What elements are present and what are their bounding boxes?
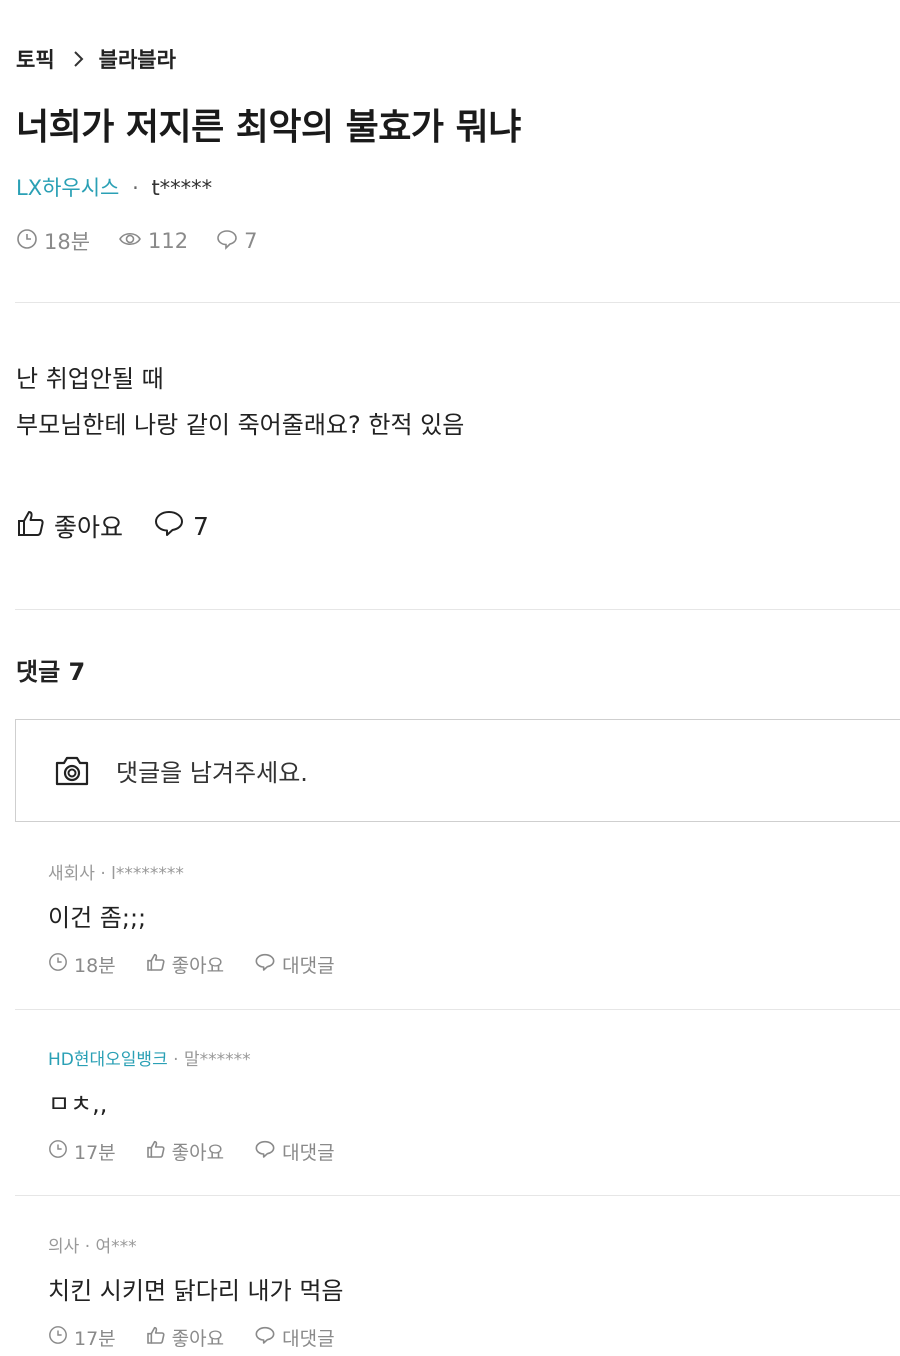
comment-like-label: 좋아요 <box>171 1328 225 1350</box>
comment-time-value: 17분 <box>74 1142 116 1164</box>
like-button[interactable]: 좋아요 <box>16 508 123 544</box>
comment-meta: 17분 좋아요 대댓글 <box>48 1138 365 1165</box>
comment-author: 새회사 · l******** <box>48 859 184 884</box>
post-body: 난 취업안될 때 부모님한테 나랑 같이 죽어줄래요? 한적 있음 <box>16 356 464 448</box>
comment-username: l******** <box>111 864 184 884</box>
post-views: 112 <box>118 228 188 255</box>
author-company[interactable]: LX하우시스 <box>16 176 119 200</box>
comment-time: 18분 <box>48 951 116 978</box>
comment-reply-label: 대댓글 <box>282 1328 335 1350</box>
comment-text: ㅁㅊ,, <box>48 1090 108 1118</box>
comment-text: 치킨 시키면 닭다리 내가 먹음 <box>48 1277 344 1305</box>
divider <box>15 609 900 610</box>
comment-input[interactable]: 댓글을 남겨주세요. <box>15 719 900 822</box>
eye-icon <box>118 228 148 255</box>
breadcrumb-topic-link[interactable]: 토픽 <box>16 44 55 74</box>
comment-button[interactable]: 7 <box>153 508 209 544</box>
comment-like-button[interactable]: 좋아요 <box>146 951 224 978</box>
comment-separator: · <box>173 1050 179 1070</box>
comment-text: 이건 좀;;; <box>48 904 147 932</box>
chevron-right-icon <box>73 50 85 68</box>
post-views-value: 112 <box>148 229 189 253</box>
post-meta: 18분 112 7 <box>16 226 286 256</box>
clock-icon <box>48 1325 74 1350</box>
comment-item: 의사 · 여*** 치킨 시키면 닭다리 내가 먹음 <box>48 1232 343 1306</box>
comment-action-count: 7 <box>193 511 209 541</box>
comment-company[interactable]: 의사 <box>48 1237 79 1257</box>
comment-separator: · <box>84 1237 91 1257</box>
speech-bubble-icon <box>153 508 193 544</box>
comment-author: HD현대오일뱅크 · 말****** <box>48 1045 251 1070</box>
author-username: t***** <box>151 176 213 200</box>
clock-icon <box>16 228 44 255</box>
comment-company[interactable]: 새회사 <box>48 864 95 884</box>
comment-reply-button[interactable]: 대댓글 <box>254 1324 335 1351</box>
comment-item: HD현대오일뱅크 · 말****** ㅁㅊ,, <box>48 1045 251 1119</box>
comment-meta: 17분 좋아요 대댓글 <box>48 1324 365 1351</box>
comment-time-value: 18분 <box>74 955 116 977</box>
comment-meta: 18분 좋아요 대댓글 <box>48 951 365 978</box>
comment-reply-label: 대댓글 <box>282 1142 335 1164</box>
comment-username: 여*** <box>95 1237 137 1257</box>
camera-icon[interactable] <box>54 755 90 787</box>
comment-placeholder: 댓글을 남겨주세요. <box>116 759 308 787</box>
thumbs-up-icon <box>146 1139 172 1164</box>
comment-like-label: 좋아요 <box>171 955 225 977</box>
divider <box>15 1009 900 1010</box>
post-comments-value: 7 <box>244 229 258 253</box>
post-actions: 좋아요 7 <box>16 508 239 544</box>
breadcrumb: 토픽 블라블라 <box>16 44 176 74</box>
comment-like-button[interactable]: 좋아요 <box>146 1324 224 1351</box>
speech-bubble-icon <box>254 1139 282 1164</box>
divider <box>15 1195 900 1196</box>
comment-item: 새회사 · l******** 이건 좀;;; <box>48 859 184 933</box>
thumbs-up-icon <box>16 508 54 544</box>
post-time: 18분 <box>16 226 90 256</box>
post-time-value: 18분 <box>44 230 91 254</box>
comment-time-value: 17분 <box>74 1328 116 1350</box>
divider <box>15 302 900 303</box>
breadcrumb-board-link[interactable]: 블라블라 <box>99 44 176 74</box>
comment-time: 17분 <box>48 1324 116 1351</box>
clock-icon <box>48 1139 74 1164</box>
post-title: 너희가 저지른 최악의 불효가 뭐냐 <box>16 107 521 148</box>
comment-time: 17분 <box>48 1138 116 1165</box>
author-separator: · <box>132 176 139 200</box>
comment-like-label: 좋아요 <box>171 1142 225 1164</box>
speech-bubble-icon <box>254 1325 282 1350</box>
speech-bubble-icon <box>216 228 244 255</box>
comment-company[interactable]: HD현대오일뱅크 <box>48 1050 168 1070</box>
post-body-line: 부모님한테 나랑 같이 죽어줄래요? 한적 있음 <box>16 411 465 439</box>
comment-username: 말****** <box>183 1050 251 1070</box>
comment-reply-button[interactable]: 대댓글 <box>254 951 335 978</box>
post-author: LX하우시스 · t***** <box>16 172 212 202</box>
comment-reply-button[interactable]: 대댓글 <box>254 1138 335 1165</box>
comment-like-button[interactable]: 좋아요 <box>146 1138 224 1165</box>
post-comments-count: 7 <box>216 228 258 255</box>
comment-reply-label: 대댓글 <box>282 955 335 977</box>
thumbs-up-icon <box>146 1325 172 1350</box>
comments-heading: 댓글 7 <box>16 658 86 686</box>
speech-bubble-icon <box>254 952 282 977</box>
thumbs-up-icon <box>146 952 172 977</box>
post-body-line: 난 취업안될 때 <box>16 365 164 393</box>
comment-separator: · <box>100 864 106 884</box>
comment-author: 의사 · 여*** <box>48 1232 343 1257</box>
like-label: 좋아요 <box>54 513 124 542</box>
clock-icon <box>48 952 74 977</box>
